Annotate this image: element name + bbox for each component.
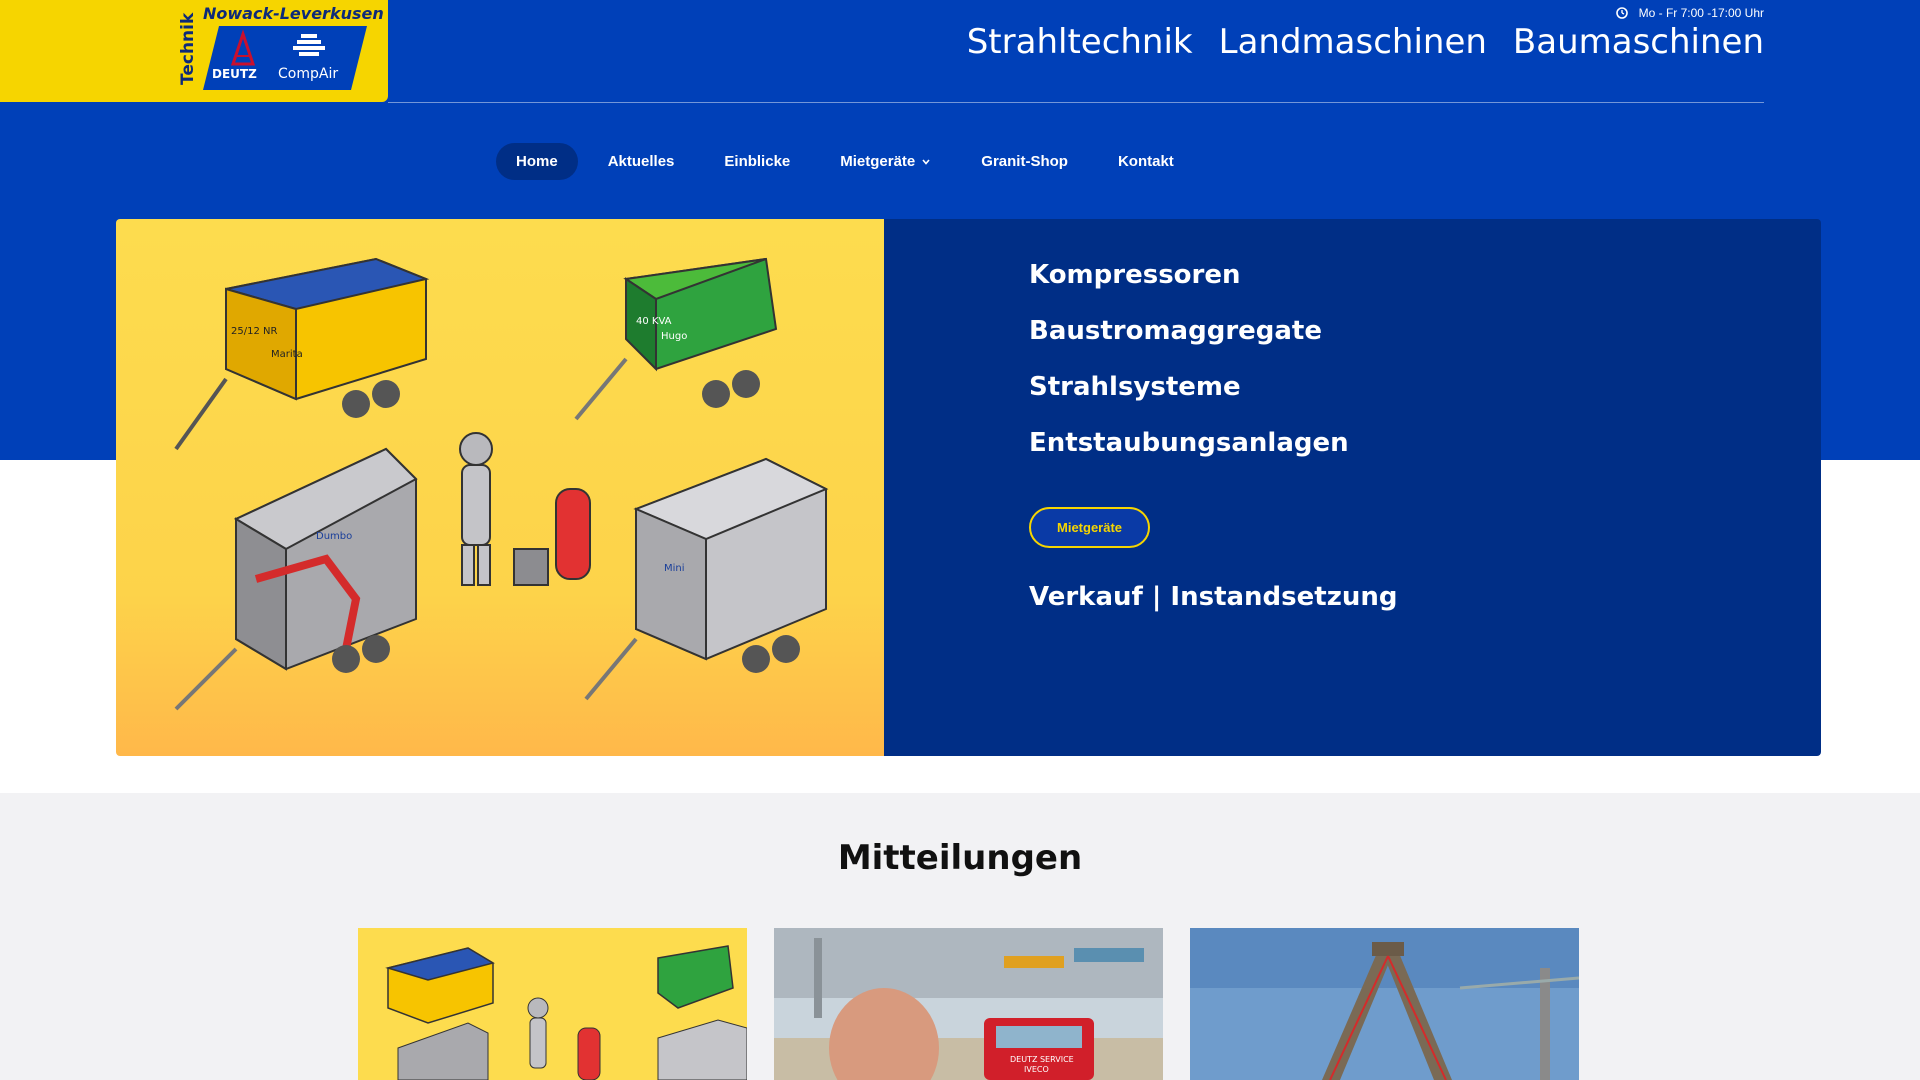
nav-item-kontakt[interactable]: Kontakt — [1098, 143, 1194, 180]
news-card-image-service-technician: DEUTZ SERVICE IVECO — [774, 928, 1163, 1080]
logo-top-text: Nowack-Leverkusen — [203, 4, 384, 23]
news-card-list: DEUTZ SERVICE IVECO — [358, 928, 1579, 1080]
nav-item-granit-shop[interactable]: Granit-Shop — [961, 143, 1088, 180]
blasting-worker-illustration — [459, 432, 591, 586]
company-logo[interactable]: Technik Nowack-Leverkusen DEUTZ CompAir — [0, 0, 388, 102]
hero-banner: 25/12 NR Marita 40 KVA Hugo Dumbo Mini K… — [116, 219, 1821, 756]
mini-unit-illustration: Mini — [584, 457, 829, 701]
sales-repair-heading: Verkauf | Instandsetzung — [1029, 582, 1398, 612]
division-link-strahltechnik[interactable]: Strahltechnik — [967, 22, 1193, 62]
service-item-kompressoren[interactable]: Kompressoren — [1029, 257, 1349, 313]
chevron-down-icon — [922, 158, 930, 165]
nav-item-home[interactable]: Home — [496, 143, 578, 180]
logo-vertical-text: Technik — [178, 12, 198, 86]
deutz-label: DEUTZ — [212, 67, 257, 81]
van-brand: IVECO — [1024, 1065, 1049, 1074]
dust-extractor-dumbo-illustration: Dumbo — [174, 447, 418, 711]
service-item-baustromaggregate[interactable]: Baustromaggregate — [1029, 313, 1349, 369]
nav-item-einblicke[interactable]: Einblicke — [704, 143, 810, 180]
machine-label: 40 KVA — [636, 316, 672, 327]
service-item-entstaubungsanlagen[interactable]: Entstaubungsanlagen — [1029, 425, 1349, 481]
mietgeraete-button[interactable]: Mietgeräte — [1029, 507, 1151, 548]
division-link-landmaschinen[interactable]: Landmaschinen — [1219, 22, 1487, 62]
news-heading: Mitteilungen — [837, 838, 1083, 878]
equipment-illustration: 25/12 NR Marita 40 KVA Hugo Dumbo Mini — [116, 219, 884, 756]
nav-item-label: Home — [516, 153, 558, 170]
news-card-image-equipment — [358, 928, 747, 1080]
division-nav: Strahltechnik Landmaschinen Baumaschinen — [967, 22, 1764, 62]
nav-item-label: Kontakt — [1117, 153, 1174, 170]
nav-item-label: Aktuelles — [607, 153, 675, 170]
machine-label: 25/12 NR — [231, 326, 277, 337]
service-item-strahlsysteme[interactable]: Strahlsysteme — [1029, 369, 1349, 425]
machine-label: Dumbo — [316, 531, 352, 542]
news-card[interactable] — [1190, 928, 1579, 1080]
equipment-illustration-graphic: 25/12 NR Marita 40 KVA Hugo Dumbo Mini — [174, 257, 829, 711]
news-card[interactable]: DEUTZ SERVICE IVECO — [774, 928, 1163, 1080]
nav-item-label: Mietgeräte — [840, 153, 916, 170]
nav-item-label: Granit-Shop — [981, 153, 1068, 170]
nav-item-aktuelles[interactable]: Aktuelles — [588, 143, 695, 180]
generator-hugo-illustration: 40 KVA Hugo — [574, 257, 778, 421]
main-nav: Home Aktuelles Einblicke Mietgeräte Gran… — [496, 143, 1194, 180]
machine-label: Mini — [664, 563, 685, 574]
clock-icon — [1615, 7, 1628, 19]
van-label: DEUTZ SERVICE — [1010, 1055, 1074, 1064]
division-link-baumaschinen[interactable]: Baumaschinen — [1513, 22, 1764, 62]
opening-hours-text: Mo - Fr 7:00 -17:00 Uhr — [1638, 6, 1764, 20]
service-list: Kompressoren Baustromaggregate Strahlsys… — [1029, 257, 1349, 481]
compressor-marita-illustration: 25/12 NR Marita — [174, 257, 430, 451]
header-divider — [388, 102, 1764, 103]
news-card[interactable] — [358, 928, 747, 1080]
hero-text-panel: Kompressoren Baustromaggregate Strahlsys… — [884, 219, 1821, 756]
machine-label: Hugo — [661, 331, 687, 342]
nav-item-mietgeraete[interactable]: Mietgeräte — [820, 143, 951, 180]
opening-hours: Mo - Fr 7:00 -17:00 Uhr — [1615, 6, 1764, 20]
compair-label: CompAir — [278, 66, 339, 82]
news-card-image-steel-frame — [1190, 928, 1579, 1080]
nav-item-label: Einblicke — [724, 153, 791, 170]
machine-label: Marita — [271, 349, 303, 360]
